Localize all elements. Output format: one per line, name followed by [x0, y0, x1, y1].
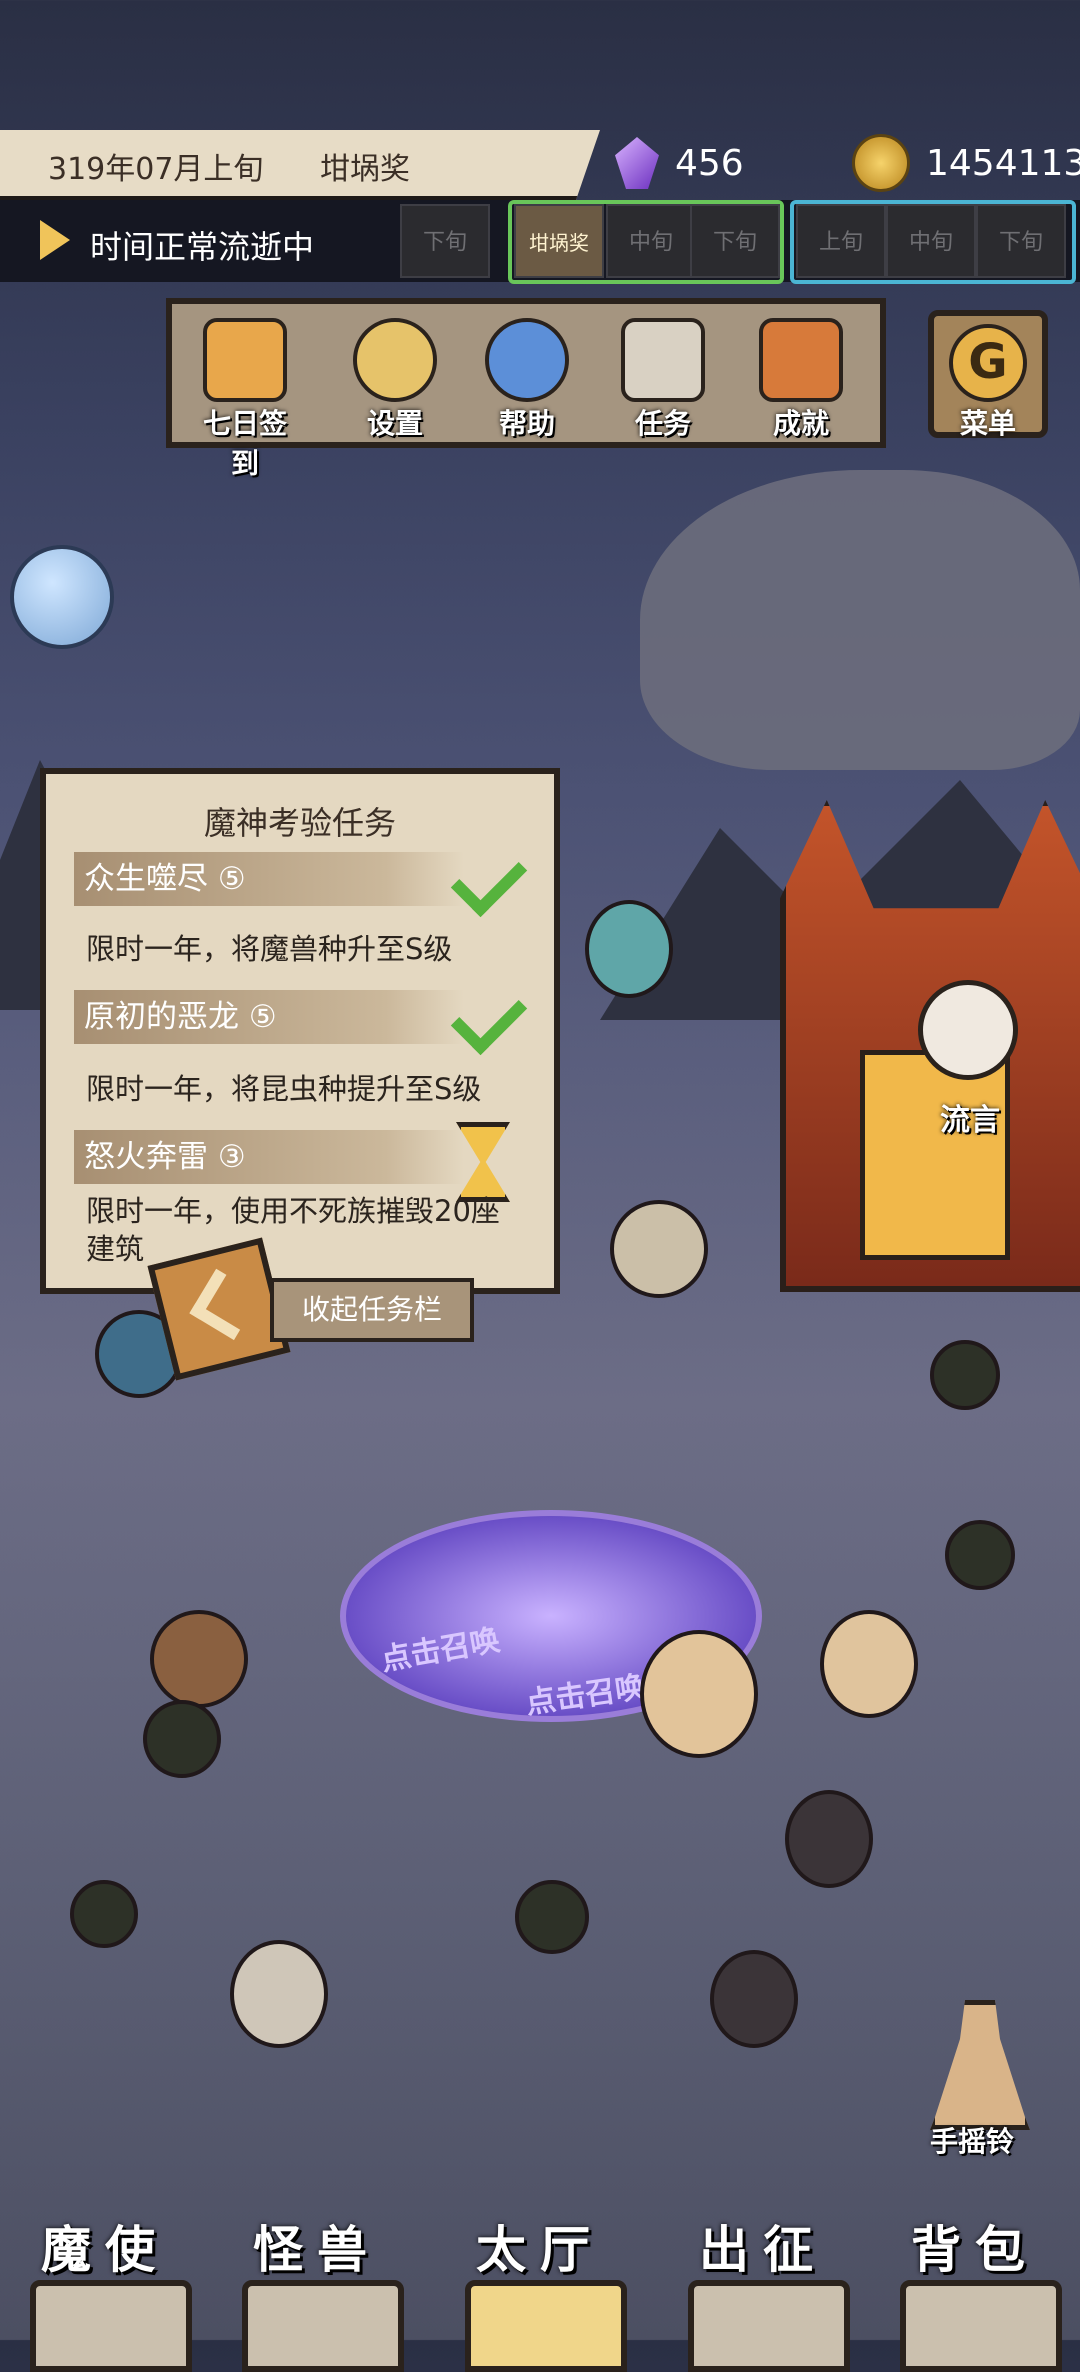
shadow-minion[interactable] [945, 1520, 1015, 1590]
demon-gate-doorway [860, 1050, 1010, 1260]
trophy-icon [759, 318, 843, 402]
crystal-gem-icon [615, 137, 659, 189]
backpack-icon [900, 2280, 1062, 2372]
smoke-cloud [640, 470, 1080, 770]
timeline-slot[interactable]: 下旬 [976, 204, 1066, 278]
task-item-desc: 限时一年，将魔兽种升至S级 [86, 932, 453, 966]
rumor-label: 流言 [940, 1103, 1000, 1138]
task-item-desc: 限时一年，将昆虫种提升至S级 [86, 1072, 482, 1106]
task-item-title[interactable]: 怒火奔雷 ③ [74, 1130, 464, 1184]
hand-bell-label: 手摇铃 [930, 2125, 1015, 2158]
gem-counter[interactable]: 456 [615, 128, 744, 198]
gear-icon [353, 318, 437, 402]
quest-scroll-icon [621, 318, 705, 402]
timeline-slot[interactable]: 中旬 [606, 204, 696, 278]
timeline-slot[interactable]: 上旬 [796, 204, 886, 278]
shadow-minion[interactable] [143, 1700, 221, 1778]
award-text: 坩埚奖 [320, 152, 410, 187]
expedition-icon [688, 2280, 850, 2372]
hand-bell-icon[interactable] [930, 2000, 1030, 2130]
timeline-slot[interactable]: 中旬 [886, 204, 976, 278]
chef-minion[interactable] [515, 1880, 589, 1954]
coin-counter[interactable]: 1454113 [852, 128, 1080, 198]
date-banner: 319年07月上旬 坩埚奖 [0, 130, 600, 200]
tab-hall[interactable]: 太厅 [445, 2210, 635, 2372]
signin-button[interactable]: 七日签到 [190, 318, 300, 482]
task-item-title[interactable]: 众生噬尽 ⑤ [74, 852, 464, 906]
chevron-left-icon [189, 1268, 261, 1341]
main-menu-button[interactable]: G 菜单 [928, 310, 1048, 440]
hall-icon [465, 2280, 627, 2372]
goat-elder-character[interactable] [230, 1940, 328, 2048]
monster-icon [242, 2280, 404, 2372]
witch-character[interactable] [820, 1610, 918, 1718]
tab-backpack[interactable]: 背包 [880, 2210, 1070, 2372]
achievement-button[interactable]: 成就 [746, 318, 856, 442]
shadow-minion[interactable] [70, 1880, 138, 1948]
task-panel-title: 魔神考验任务 [203, 804, 396, 842]
tab-imp[interactable]: 魔使 [10, 2210, 200, 2372]
settings-button[interactable]: 设置 [340, 318, 450, 442]
shadow-minion[interactable] [930, 1340, 1000, 1410]
demon-queen-character[interactable] [640, 1630, 758, 1758]
seven-day-signin-icon [203, 318, 287, 402]
main-menu-label: 菜单 [959, 407, 1016, 440]
play-icon[interactable] [40, 220, 70, 260]
moon-orb[interactable] [10, 545, 114, 649]
task-item-desc: 限时一年，使用不死族摧毁20座建筑 [86, 1194, 500, 1266]
mushroom-character[interactable] [610, 1200, 708, 1298]
tab-expedition[interactable]: 出征 [668, 2210, 858, 2372]
timeline-slot-award[interactable]: 坩埚奖 [514, 204, 604, 278]
bottom-nav: 魔使 怪兽 太厅 出征 背包 [0, 2210, 1080, 2372]
time-status: 时间正常流逝中 [90, 228, 315, 266]
winged-angel-character[interactable] [710, 1950, 798, 2048]
help-icon [485, 318, 569, 402]
winged-angel-character[interactable] [785, 1790, 873, 1888]
collapse-task-label[interactable]: 收起任务栏 [270, 1278, 474, 1342]
main-menu-icon: G [949, 324, 1027, 402]
quest-button[interactable]: 任务 [608, 318, 718, 442]
gold-coin-icon [852, 134, 910, 192]
date-text: 319年07月上旬 [48, 152, 264, 187]
timeline-slot[interactable]: 下旬 [690, 204, 780, 278]
rumor-icon[interactable] [918, 980, 1018, 1080]
tab-monster[interactable]: 怪兽 [222, 2210, 412, 2372]
gem-count: 456 [675, 142, 744, 184]
dragon-girl-character[interactable] [585, 900, 673, 998]
imp-icon [30, 2280, 192, 2372]
coin-count: 1454113 [926, 142, 1080, 184]
help-button[interactable]: 帮助 [472, 318, 582, 442]
lion-warrior-character[interactable] [150, 1610, 248, 1708]
task-item-title[interactable]: 原初的恶龙 ⑤ [74, 990, 464, 1044]
timeline-slot[interactable]: 下旬 [400, 204, 490, 278]
